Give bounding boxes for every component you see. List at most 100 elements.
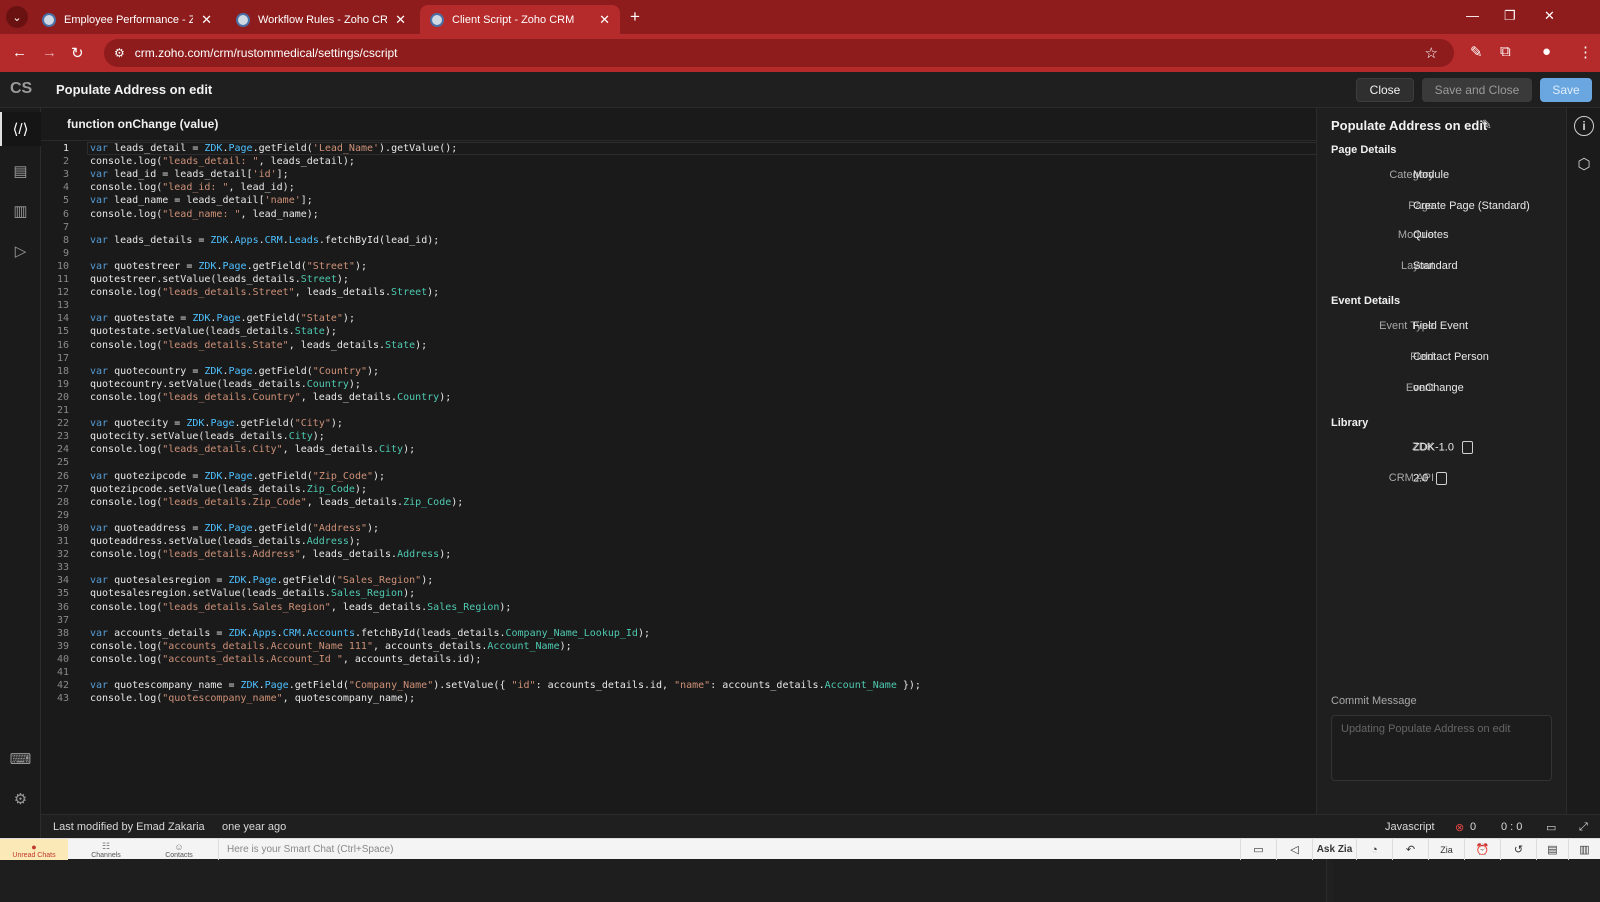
code-line[interactable]: console.log("accounts_details.Account_Id… (90, 653, 481, 666)
error-circle-icon: ⊗ (1455, 822, 1465, 834)
library-book-icon[interactable]: ▤ (10, 160, 31, 181)
code-line[interactable]: var quotescompany_name = ZDK.Page.getFie… (90, 679, 921, 692)
settings-gear-icon[interactable]: ⚙ (10, 788, 31, 809)
extension-pen-icon[interactable]: ✎ (1470, 43, 1483, 61)
code-line[interactable]: var quotecity = ZDK.Page.getField("City"… (90, 417, 343, 430)
close-window-icon[interactable]: ✕ (1544, 8, 1555, 24)
code-editor[interactable]: function onChange (value) 1 var leads_det… (41, 108, 1357, 902)
code-line[interactable]: console.log("leads_details.Country", lea… (90, 391, 451, 404)
code-line[interactable]: console.log("lead_name: ", lead_name); (90, 208, 319, 221)
save-button[interactable]: Save (1540, 78, 1592, 102)
extensions-puzzle-icon[interactable]: ⧉ (1500, 43, 1511, 60)
code-line[interactable]: console.log("leads_detail: ", leads_deta… (90, 155, 355, 168)
close-tab-icon[interactable]: ✕ (395, 12, 406, 28)
code-line[interactable]: var quotestate = ZDK.Page.getField("Stat… (90, 312, 355, 325)
code-line[interactable]: console.log("leads_details.State", leads… (90, 339, 427, 352)
browser-tab-workflow-rules[interactable]: Workflow Rules - Zoho CRM ✕ (226, 5, 416, 34)
code-line[interactable]: var quoteaddress = ZDK.Page.getField("Ad… (90, 522, 379, 535)
code-line[interactable]: quotestreer.setValue(leads_details.Stree… (90, 273, 349, 286)
undo-icon[interactable]: ↶ (1392, 839, 1428, 860)
code-line[interactable]: var accounts_details = ZDK.Apps.CRM.Acco… (90, 627, 650, 640)
restore-window-icon[interactable]: ❐ (1504, 8, 1516, 24)
code-token: "Company_Name" (348, 680, 434, 692)
unread-chats-tab[interactable]: ● Unread Chats (0, 839, 68, 860)
alarm-clock-icon[interactable]: ⏰ (1464, 839, 1500, 860)
code-line[interactable]: quotestate.setValue(leads_details.State)… (90, 325, 337, 338)
zia-brand-icon[interactable]: Zia (1428, 839, 1464, 860)
edit-pencil-icon[interactable]: ✎ (1481, 117, 1492, 133)
line-number: 4 (62, 182, 69, 194)
notes-icon[interactable]: ▤ (1536, 839, 1568, 860)
logs-document-icon[interactable]: ▥ (10, 200, 31, 221)
code-line[interactable]: var quotestreer = ZDK.Page.getField("Str… (90, 260, 367, 273)
code-token: , quotescompany_name); (282, 693, 416, 705)
minimize-window-icon[interactable]: — (1466, 8, 1479, 23)
back-arrow-icon[interactable]: ← (12, 44, 27, 61)
comment-icon[interactable]: ▭ (1546, 821, 1556, 834)
close-tab-icon[interactable]: ✕ (599, 12, 610, 28)
code-line[interactable]: console.log("quotescompany_name", quotes… (90, 692, 415, 705)
code-line[interactable]: console.log("leads_details.Street", lead… (90, 286, 439, 299)
language-mode[interactable]: Javascript (1385, 821, 1435, 833)
code-token: Page (228, 143, 253, 154)
reload-icon[interactable]: ↻ (71, 44, 84, 62)
fullscreen-icon[interactable]: ⤢ (1579, 821, 1588, 834)
code-line[interactable]: var lead_name = leads_detail['name']; (90, 194, 313, 207)
error-count[interactable]: 0 (1470, 821, 1476, 833)
save-and-close-button[interactable]: Save and Close (1422, 78, 1532, 102)
profile-icon[interactable]: ● (1542, 43, 1551, 60)
commit-message-input[interactable]: Updating Populate Address on edit (1331, 715, 1552, 781)
new-tab-button[interactable]: + (630, 7, 640, 27)
code-line[interactable]: console.log("leads_details.City", leads_… (90, 443, 415, 456)
close-tab-icon[interactable]: ✕ (201, 12, 212, 28)
code-line[interactable]: console.log("leads_details.Zip_Code", le… (90, 496, 463, 509)
code-line[interactable]: quotezipcode.setValue(leads_details.Zip_… (90, 483, 367, 496)
help-icon[interactable]: ▥ (1568, 839, 1600, 860)
tab-search-button[interactable]: ⌄ (6, 6, 28, 28)
copy-doc-icon[interactable] (1436, 472, 1448, 485)
code-line[interactable]: var leads_details = ZDK.Apps.CRM.Leads.f… (90, 234, 439, 247)
code-token: , leads_details. (330, 601, 428, 613)
contacts-tab[interactable]: ☺ Contacts (145, 839, 213, 860)
site-info-icon[interactable]: ⚙ (114, 46, 125, 60)
ask-zia-button[interactable]: Ask Zia (1312, 839, 1356, 860)
forward-arrow-icon[interactable]: → (42, 44, 57, 61)
channels-tab[interactable]: ☷ Channels (72, 839, 140, 860)
code-token: Address (397, 549, 440, 561)
code-token: Account_Name (487, 640, 560, 652)
browser-tab-employee-performance[interactable]: Employee Performance - Zoho ✕ (32, 5, 222, 34)
announcement-icon[interactable]: ◁ (1276, 839, 1312, 860)
code-line[interactable]: var quotesalesregion = ZDK.Page.getField… (90, 574, 433, 587)
history-icon[interactable]: ↺ (1500, 839, 1536, 860)
code-line[interactable]: quoteaddress.setValue(leads_details.Addr… (90, 535, 361, 548)
code-line[interactable]: var quotecountry = ZDK.Page.getField("Co… (90, 365, 379, 378)
bookmark-star-icon[interactable]: ☆ (1425, 44, 1438, 62)
browser-tab-client-script[interactable]: Client Script - Zoho CRM ✕ (420, 5, 620, 34)
code-line[interactable]: console.log("accounts_details.Account_Na… (90, 640, 572, 653)
copy-doc-icon[interactable] (1461, 441, 1473, 454)
package-box-icon[interactable]: ⬡ (1574, 154, 1594, 174)
run-debug-icon[interactable]: ▷ (10, 240, 31, 261)
close-button[interactable]: Close (1356, 78, 1414, 102)
code-line[interactable]: console.log("leads_details.Sales_Region"… (90, 601, 511, 614)
code-line[interactable]: quotecity.setValue(leads_details.City); (90, 430, 325, 443)
code-line[interactable]: console.log("leads_details.Address", lea… (90, 548, 451, 561)
code-line[interactable]: var lead_id = leads_detail['id']; (90, 168, 289, 181)
line-number: 6 (62, 208, 69, 220)
code-token: .getField( (246, 260, 307, 272)
zia-icon[interactable]: ◔ (1356, 839, 1392, 860)
browser-menu-icon[interactable]: ⋮ (1578, 43, 1593, 61)
event-type-value: Field Event (1413, 320, 1469, 332)
info-icon[interactable]: i (1574, 116, 1594, 136)
code-line[interactable]: quotesalesregion.setValue(leads_details.… (90, 587, 415, 600)
code-editor-icon[interactable]: ⟨/⟩ (10, 118, 31, 139)
code-line[interactable]: var leads_detail = ZDK.Page.getField('Le… (90, 142, 457, 155)
keyboard-shortcuts-icon[interactable]: ⌨ (10, 748, 32, 769)
screen-share-icon[interactable]: ▭ (1240, 839, 1276, 860)
smart-chat-input[interactable]: Here is your Smart Chat (Ctrl+Space) (218, 839, 1238, 860)
code-line[interactable]: quotecountry.setValue(leads_details.Coun… (90, 378, 361, 391)
code-line[interactable]: var quotezipcode = ZDK.Page.getField("Zi… (90, 470, 385, 483)
code-line[interactable]: console.log("lead_id: ", lead_id); (90, 181, 295, 194)
address-bar[interactable]: ⚙ crm.zoho.com/crm/rustommedical/setting… (104, 39, 1454, 67)
code-token: quotesalesregion = (108, 575, 229, 587)
